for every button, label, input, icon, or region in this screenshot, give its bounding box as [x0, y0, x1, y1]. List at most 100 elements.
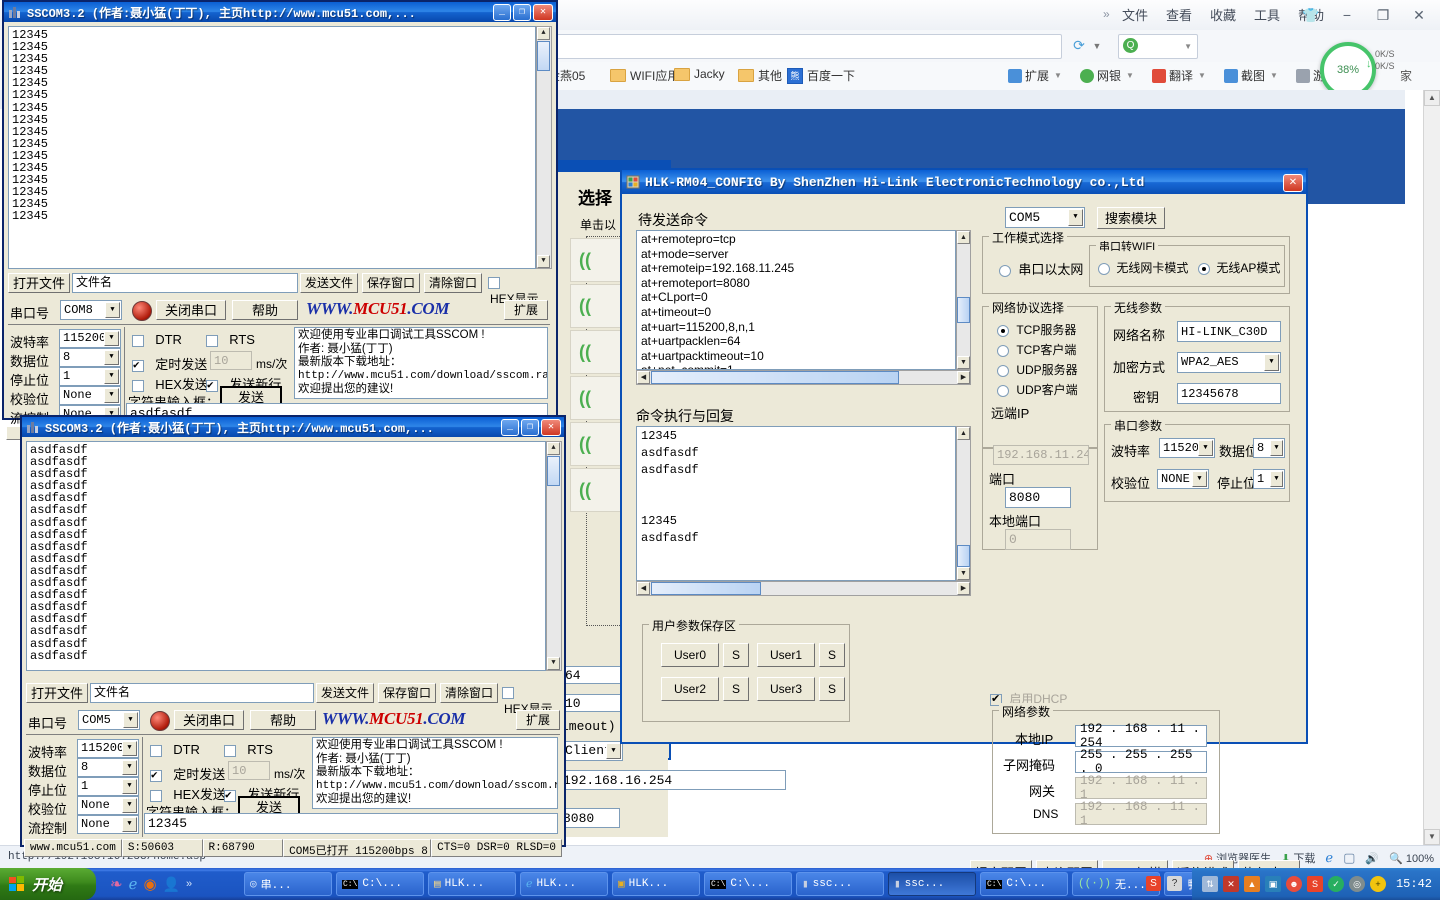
sscom1-stopbits-combo[interactable]: 1 ▼ — [59, 367, 121, 386]
hlk-key-input[interactable]: 12345678 — [1177, 383, 1281, 404]
scroll-thumb[interactable] — [547, 456, 560, 486]
sscom2-timer-input[interactable]: 10 — [228, 761, 270, 780]
sscom2-flow-combo[interactable]: None ▼ — [77, 815, 139, 834]
browser-close-button[interactable]: ✕ — [1402, 2, 1436, 28]
sscom1-open-file-button[interactable]: 打开文件 — [8, 273, 70, 293]
sscom2-extend-button[interactable]: 扩展 — [516, 710, 560, 730]
sscom2-receive-area[interactable]: asdfasdf asdfasdf asdfasdf asdfasdf asdf… — [26, 441, 546, 671]
guard-icon[interactable]: ✓ — [1328, 876, 1344, 892]
browser-search-input[interactable]: Q ▼ — [1118, 34, 1198, 59]
scroll-thumb[interactable] — [651, 371, 899, 384]
hlk-serial-databits-combo[interactable]: 8 ▼ — [1253, 438, 1285, 458]
sscom2-open-file-button[interactable]: 打开文件 — [26, 683, 88, 703]
scroll-down-icon[interactable]: ▼ — [957, 567, 970, 580]
sscom1-send-file-button[interactable]: 发送文件 — [300, 273, 358, 293]
chevron-down-icon[interactable]: ▼ — [1192, 471, 1207, 487]
help-icon[interactable]: ? — [1167, 876, 1182, 891]
scroll-thumb[interactable] — [537, 41, 550, 71]
skin-icon[interactable]: 👕 — [1294, 2, 1328, 28]
media-icon[interactable]: ❧ — [110, 875, 123, 893]
chevron-down-icon[interactable]: ▼ — [122, 741, 137, 756]
firefox-icon[interactable]: ◉ — [143, 875, 156, 893]
minimize-icon[interactable]: _ — [501, 419, 519, 436]
hlk-reply-textarea[interactable]: 12345 asdfasdf asdfasdf 12345 asdfasdf 1… — [636, 426, 956, 581]
s-icon[interactable]: S — [1307, 876, 1323, 892]
hlk-search-module-button[interactable]: 搜索模块 — [1097, 207, 1165, 229]
scroll-left-icon[interactable]: ◀ — [637, 582, 650, 595]
browser-maximize-button[interactable]: ❐ — [1366, 2, 1400, 28]
sscom-window-1[interactable]: SSCOM3.2 (作者:聂小猛(丁丁), 主页http://www.mcu51… — [2, 0, 558, 440]
extension-extend[interactable]: 扩展 ▼ — [1008, 67, 1062, 84]
hlk-reply-vscroll[interactable]: ▲ ▼ — [956, 426, 971, 581]
taskbar-clock[interactable]: 15:42 — [1396, 877, 1432, 891]
scroll-down-icon[interactable]: ▼ — [957, 356, 970, 369]
sogou-icon[interactable]: S — [1146, 876, 1161, 891]
hlk-user1-save-button[interactable]: S — [819, 643, 845, 667]
sscom2-baud-combo[interactable]: 115200 ▼ — [77, 739, 139, 758]
scroll-up-icon[interactable]: ▲ — [957, 231, 970, 244]
hlk-user2-button[interactable]: User2 — [661, 677, 719, 701]
maximize-icon[interactable]: ❐ — [513, 4, 531, 21]
sscom1-baud-combo[interactable]: 115200 ▼ — [59, 329, 121, 348]
sscom1-timed-send-checkbox[interactable]: 定时发送 — [132, 354, 207, 373]
chevron-down-icon[interactable]: ▼ — [104, 331, 119, 346]
disc-icon[interactable]: ◎ — [1349, 876, 1365, 892]
hlk-user0-save-button[interactable]: S — [723, 643, 749, 667]
sscom2-send-file-button[interactable]: 发送文件 — [316, 683, 374, 703]
network-icon[interactable]: ⇅ — [1202, 876, 1218, 892]
hlk-encrypt-combo[interactable]: WPA2_AES ▼ — [1177, 352, 1281, 373]
hlk-protocol-udp-server-radio[interactable]: UDP服务器 — [997, 361, 1078, 378]
hlk-remote-ip-input[interactable]: 192.168.11.245 — [993, 445, 1089, 465]
scroll-up-icon[interactable]: ▲ — [1424, 90, 1440, 106]
chevron-down-icon[interactable]: ▼ — [1198, 440, 1213, 456]
chevron-down-icon[interactable]: ▼ — [1270, 71, 1278, 80]
chevron-down-icon[interactable]: ▼ — [1270, 440, 1283, 456]
sscom2-close-port-button[interactable]: 关闭串口 — [174, 710, 244, 730]
browser-menu-view[interactable]: 查看 — [1166, 5, 1192, 24]
behind-packtimeout-field[interactable]: 10 — [561, 694, 621, 712]
scroll-thumb[interactable] — [957, 297, 970, 323]
extension-home[interactable]: 家 — [1400, 67, 1412, 84]
hlk-user3-button[interactable]: User3 — [757, 677, 815, 701]
sscom2-send-input[interactable]: 12345 — [144, 813, 558, 834]
chevron-down-icon[interactable]: ▼ — [1090, 34, 1104, 57]
sscom2-databits-combo[interactable]: 8 ▼ — [77, 758, 139, 777]
sscom2-save-window-button[interactable]: 保存窗口 — [378, 683, 436, 703]
sscom1-rts-checkbox[interactable]: RTS — [206, 332, 255, 348]
sscom1-titlebar[interactable]: SSCOM3.2 (作者:聂小猛(丁丁), 主页http://www.mcu51… — [2, 0, 558, 22]
close-icon[interactable]: ✕ — [1283, 174, 1303, 192]
taskbar-item-sscom-1[interactable]: ▮ ssc... — [796, 872, 884, 896]
hlk-local-port-input[interactable]: 0 — [1005, 529, 1071, 550]
shield-icon[interactable]: ▲ — [1244, 876, 1260, 892]
refresh-icon[interactable]: ⟳ — [1068, 34, 1090, 57]
taskbar-item-cmd-2[interactable]: C:\ C:\... — [704, 872, 792, 896]
hlk-ssid-input[interactable]: HI-LINK_C30D — [1177, 321, 1281, 342]
sscom1-receive-scrollbar[interactable]: ▲ ▼ — [536, 26, 552, 269]
close-icon[interactable]: ✕ — [533, 4, 553, 21]
sscom2-titlebar[interactable]: SSCOM3.2 (作者:聂小猛(丁丁), 主页http://www.mcu51… — [20, 415, 566, 437]
hlk-user3-save-button[interactable]: S — [819, 677, 845, 701]
sscom1-extend-button[interactable]: 扩展 — [504, 300, 548, 320]
extension-bank[interactable]: 网银 ▼ — [1080, 67, 1134, 84]
sscom1-databits-combo[interactable]: 8 ▼ — [59, 348, 121, 367]
chevron-down-icon[interactable]: ▼ — [1068, 209, 1083, 226]
close-icon[interactable]: ✕ — [541, 419, 561, 436]
bookmark-jacky[interactable]: Jacky — [674, 67, 725, 81]
chevron-down-icon[interactable]: ▼ — [1184, 42, 1192, 51]
behind-mode-combo[interactable]: Client ▼ — [561, 741, 623, 761]
browser-menu-file[interactable]: 文件 — [1122, 5, 1148, 24]
taskbar-item-hlk-config[interactable]: ▣ HLK... — [612, 872, 700, 896]
chevron-down-icon[interactable]: ▼ — [122, 798, 137, 813]
scroll-thumb[interactable] — [651, 582, 761, 595]
chevron-down-icon[interactable]: ▼ — [105, 302, 120, 318]
extension-translate[interactable]: 翻译 ▼ — [1152, 67, 1206, 84]
hlk-protocol-tcp-client-radio[interactable]: TCP客户端 — [997, 341, 1076, 358]
hlk-gateway-input[interactable]: 192 . 168 . 11 . 1 — [1075, 774, 1207, 802]
sscom2-help-button[interactable]: 帮助 — [250, 710, 316, 730]
overflow-icon[interactable]: » — [186, 878, 192, 890]
chevron-down-icon[interactable]: ▼ — [1198, 71, 1206, 80]
hlk-command-vscroll[interactable]: ▲ ▼ — [956, 230, 971, 370]
chevron-down-icon[interactable]: ▼ — [1264, 354, 1279, 371]
scroll-up-icon[interactable]: ▲ — [547, 442, 560, 455]
hlk-subnet-input[interactable]: 255 . 255 . 255 . 0 — [1075, 748, 1207, 776]
